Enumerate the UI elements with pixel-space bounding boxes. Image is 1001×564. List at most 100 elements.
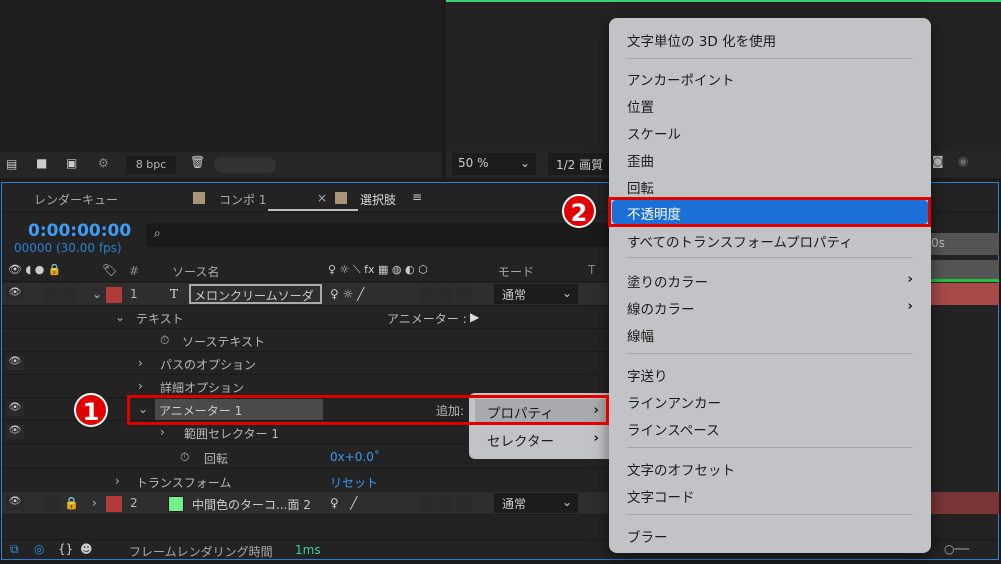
prop-source-text[interactable]: ⏱ ソーステキスト <box>2 329 608 352</box>
menu-item[interactable]: 位置 <box>627 96 654 116</box>
menu-item[interactable]: ブラー <box>627 526 668 546</box>
zoom-select[interactable]: 50 % ⌄ <box>452 153 536 175</box>
prop-transform[interactable]: › トランスフォーム リセット <box>2 470 608 493</box>
col-mode[interactable]: モード <box>498 263 534 280</box>
search-icon: ⌕ <box>154 226 161 240</box>
menu-item[interactable]: ラインアンカー <box>627 392 721 412</box>
shy-icon[interactable]: ♀ ☼ ╱ <box>330 287 364 301</box>
bpc-button[interactable]: 8 bpc <box>126 156 176 174</box>
expand-chevron-icon[interactable]: ⌄ <box>92 287 102 301</box>
prop-label: トランスフォーム <box>136 476 232 490</box>
visibility-eye-icon[interactable]: 👁 <box>6 287 24 301</box>
col-number: # <box>129 264 140 278</box>
menu-item[interactable]: 回転 <box>627 177 654 197</box>
quality-select[interactable]: 1/2 画質 <box>548 153 618 175</box>
menu-item[interactable]: 文字単位の 3D 化を使用 <box>627 30 776 50</box>
prop-label: テキスト <box>136 312 184 326</box>
animator-play-icon[interactable]: ▶ <box>470 310 479 324</box>
layer-name[interactable]: メロンクリームソーダ <box>189 284 322 304</box>
menu-separator <box>627 353 913 354</box>
layer-1-bar[interactable] <box>931 283 999 305</box>
show-snapshot-icon[interactable]: ◉ <box>958 154 968 168</box>
menu-item[interactable]: 線幅 <box>627 325 654 345</box>
chevron-right-icon[interactable]: › <box>160 425 165 439</box>
submenu-item-selector[interactable]: セレクター › <box>475 427 609 451</box>
layer-row-1[interactable]: 👁 ⌄ 1 T メロンクリームソーダ ♀ ☼ ╱ 通常 ⌄ <box>2 283 608 306</box>
stopwatch-icon[interactable]: ⏱ <box>160 333 169 348</box>
search-field[interactable] <box>214 157 276 173</box>
chevron-right-icon[interactable]: › <box>115 474 120 488</box>
trash-icon[interactable]: 🗑 <box>190 155 205 169</box>
prop-label: パスのオプション <box>160 358 257 372</box>
chevron-down-icon[interactable]: ⌄ <box>115 310 125 324</box>
label-color[interactable] <box>106 287 122 303</box>
chevron-right-icon[interactable]: › <box>92 496 97 510</box>
motion-blur-icon[interactable]: ☻ <box>80 542 93 556</box>
layer-2-bar[interactable] <box>931 492 999 514</box>
menu-item[interactable]: アンカーポイント <box>627 69 734 89</box>
tab-close-icon[interactable]: × <box>317 191 327 205</box>
prop-label: ソーステキスト <box>182 335 266 349</box>
layer-search-input[interactable]: ⌕ <box>146 223 611 247</box>
render-time-label: フレームレンダリング時間 <box>129 545 273 559</box>
menu-item[interactable]: 文字のオフセット <box>627 459 735 479</box>
switches-icons: ♀ ☼ ⟍ fx ▦ ◍ ◐ ⬡ <box>328 263 428 276</box>
solo-toggle[interactable] <box>44 496 60 512</box>
switch[interactable] <box>456 496 472 512</box>
mode-select[interactable]: 通常 ⌄ <box>494 493 578 513</box>
layer-name[interactable]: 中間色のターコ...面 2 <box>192 496 311 513</box>
label-color[interactable] <box>106 496 122 512</box>
lock-icon[interactable]: 🔒 <box>64 496 79 510</box>
solo-toggle[interactable] <box>44 287 60 303</box>
column-header: 👁 ◖ ● 🔒 🏷 # ソース名 ♀ ☼ ⟍ fx ▦ ◍ ◐ ⬡ モード T <box>2 260 610 282</box>
tab-render-queue[interactable]: レンダーキュー <box>34 191 118 208</box>
switch[interactable] <box>456 287 472 303</box>
switch[interactable] <box>420 496 436 512</box>
panel-menu-icon[interactable]: ≡ <box>412 190 422 204</box>
col-trackmatte: T <box>588 263 596 277</box>
menu-item[interactable]: 字送り <box>627 365 668 385</box>
toggle-switches-icon[interactable]: ◎ <box>34 542 44 556</box>
chevron-right-icon[interactable]: › <box>138 379 143 393</box>
reset-link[interactable]: リセット <box>330 474 378 491</box>
visibility-eye-icon[interactable]: 👁 <box>6 496 24 510</box>
layer-row-2[interactable]: 👁 🔒 › 2 中間色のターコ...面 2 ♀ ╱ 通常 ⌄ <box>2 492 608 515</box>
shy-icon[interactable]: ♀ ╱ <box>330 496 357 510</box>
rotation-value[interactable]: 0x+0.0˚ <box>330 450 380 464</box>
new-composition-icon[interactable]: ▣ <box>66 156 77 170</box>
zoom-slider[interactable]: ○── <box>944 542 969 556</box>
tab-comp-1[interactable]: コンポ 1 <box>219 191 266 208</box>
switch[interactable] <box>420 287 436 303</box>
toggle-modes-icon[interactable]: {} <box>58 542 73 556</box>
menu-item[interactable]: スケール <box>627 123 681 143</box>
mode-select[interactable]: 通常 ⌄ <box>494 284 578 304</box>
snapshot-icon[interactable]: ◙ <box>932 154 944 168</box>
step-badge-2: 2 <box>562 194 596 228</box>
folder-icon[interactable]: ■ <box>36 156 47 170</box>
prop-path-options[interactable]: 👁 › パスのオプション <box>2 352 608 375</box>
menu-item[interactable]: 文字コード <box>627 486 695 506</box>
menu-item[interactable]: 歪曲 <box>627 150 654 170</box>
render-time-value: 1ms <box>295 543 321 557</box>
switch[interactable] <box>438 496 454 512</box>
step-badge-1: 1 <box>74 393 108 427</box>
menu-item[interactable]: ラインスペース <box>627 419 720 439</box>
col-source-name[interactable]: ソース名 <box>172 263 219 280</box>
visibility-eye-icon[interactable]: 👁 <box>6 402 24 416</box>
prop-text[interactable]: ⌄ テキスト アニメーター : ▶ <box>2 306 608 329</box>
comp-flowchart-icon[interactable]: ⧉ <box>10 542 19 557</box>
menu-item[interactable]: 線のカラー <box>627 298 695 318</box>
lock-toggle[interactable] <box>62 287 78 303</box>
interpret-footage-icon[interactable]: ▤ <box>6 157 17 171</box>
render-icon[interactable]: ⚙ <box>98 156 109 170</box>
current-time[interactable]: 0:00:00:00 <box>28 221 131 241</box>
visibility-eye-icon[interactable]: 👁 <box>6 425 24 439</box>
menu-item[interactable]: 塗りのカラー <box>627 271 708 291</box>
chevron-right-icon[interactable]: › <box>138 356 143 370</box>
menu-item[interactable]: すべてのトランスフォームプロパティ <box>627 231 853 251</box>
switch[interactable] <box>438 287 454 303</box>
tab-selection[interactable]: 選択肢 <box>360 191 396 208</box>
stopwatch-icon[interactable]: ⏱ <box>180 450 189 465</box>
layer-number: 2 <box>130 496 138 510</box>
visibility-eye-icon[interactable]: 👁 <box>6 356 24 370</box>
